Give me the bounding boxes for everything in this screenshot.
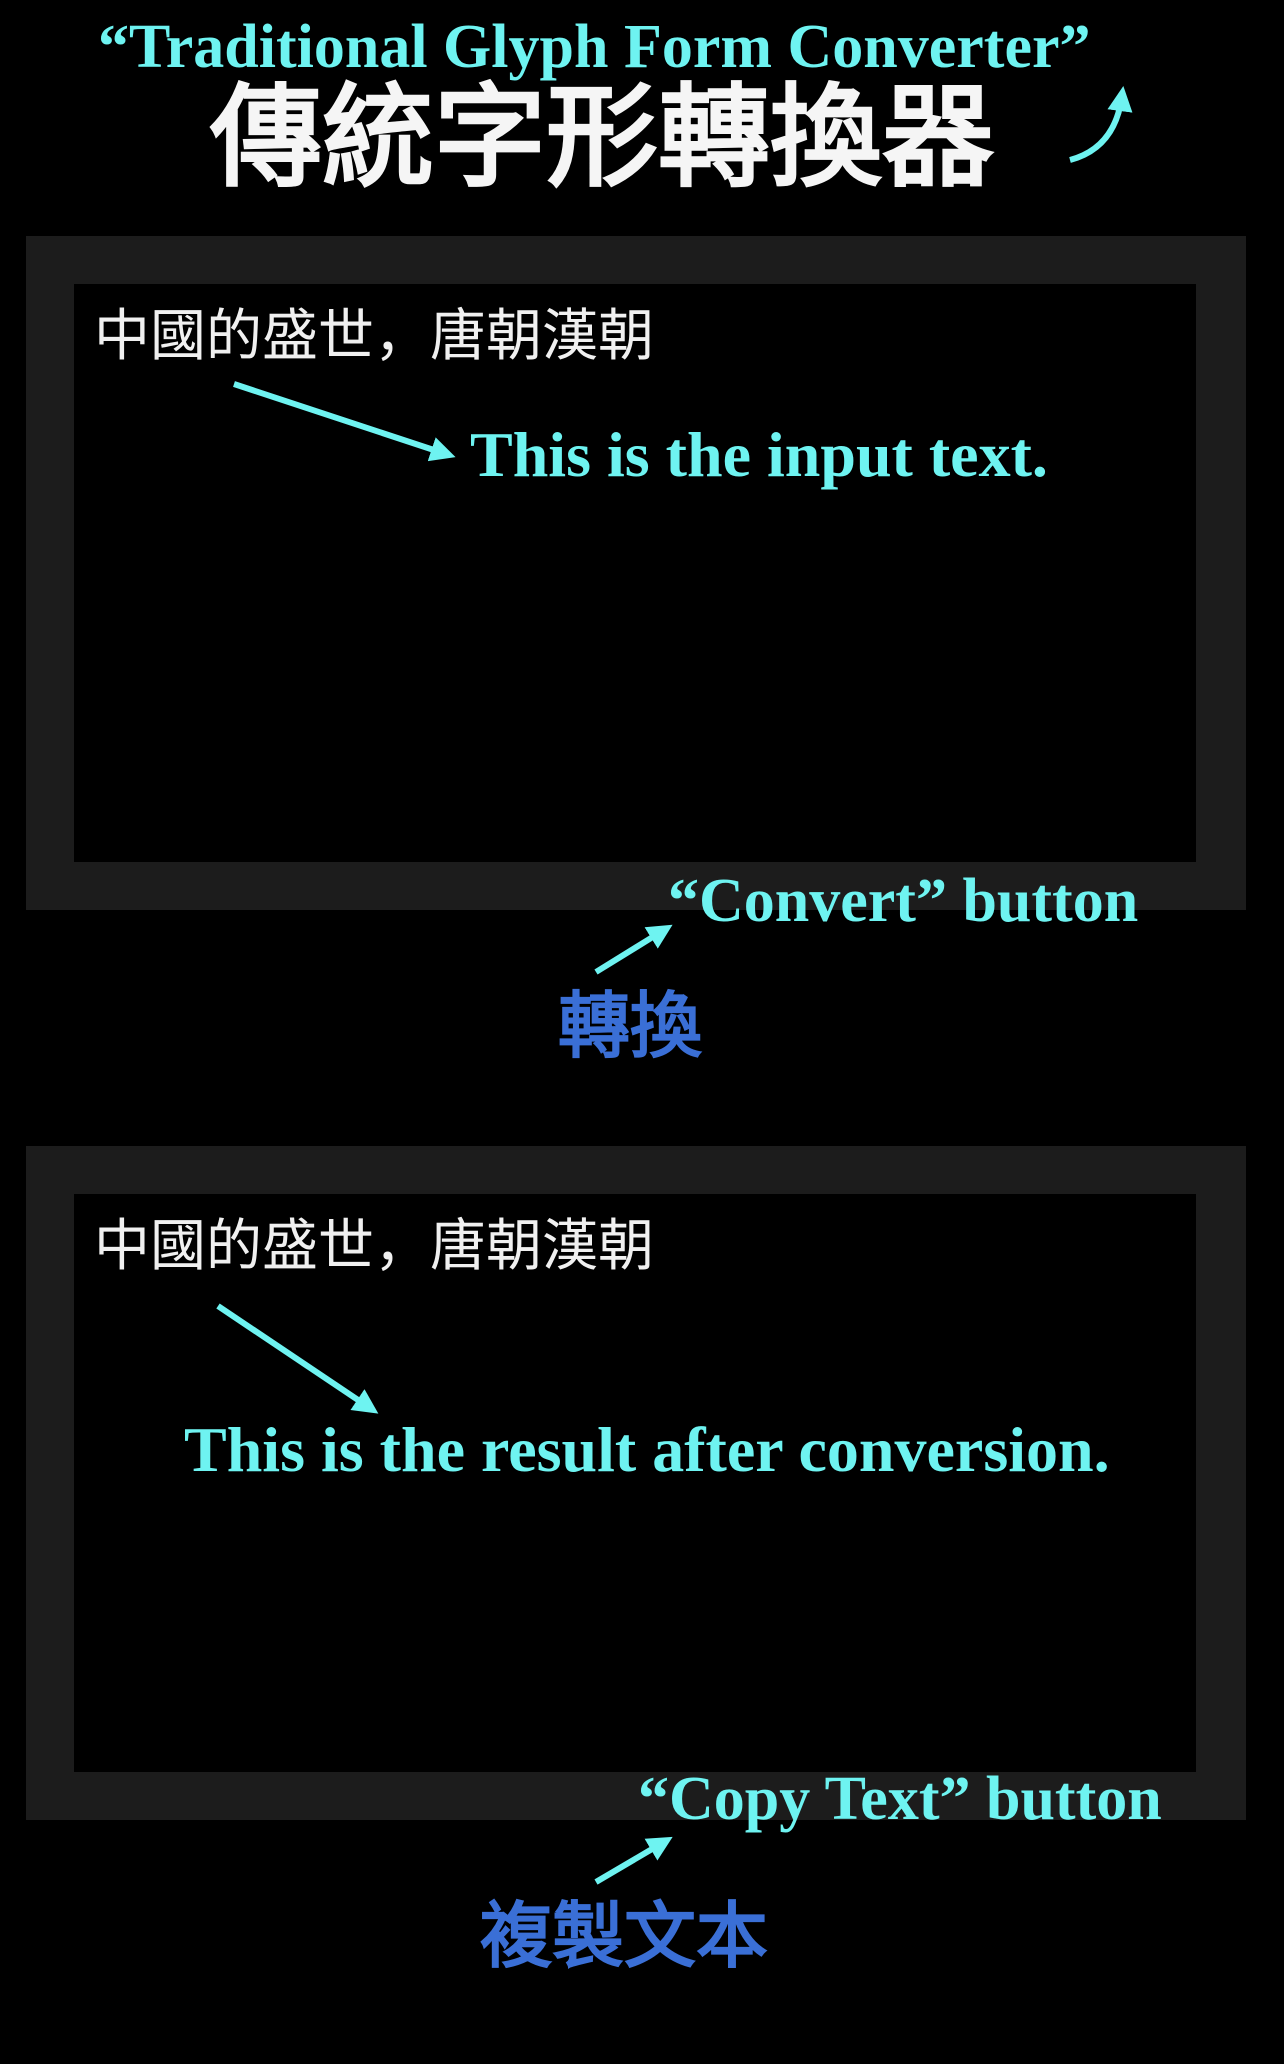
input-annotation: This is the input text. [470,419,1048,490]
input-panel: 中國的盛世，唐朝漢朝 [26,236,1246,910]
convert-button[interactable]: 轉換 [558,990,702,1062]
input-textarea[interactable]: 中國的盛世，唐朝漢朝 [74,284,1196,862]
copy-text-button[interactable]: 複製文本 [480,1900,768,1972]
title-annotation: “Traditional Glyph Form Converter” [98,13,1091,81]
input-text: 中國的盛世，唐朝漢朝 [94,304,654,369]
copy-arrow-icon [594,1836,673,1885]
convert-arrow-icon [594,924,673,975]
result-annotation: This is the result after conversion. [184,1414,1110,1485]
convert-annotation: “Convert” button [668,867,1139,935]
title-arrow-icon [1069,86,1133,163]
copy-annotation: “Copy Text” button [638,1765,1162,1833]
page-title: 傳統字形轉換器 [210,72,994,203]
output-text: 中國的盛世，唐朝漢朝 [94,1214,654,1279]
